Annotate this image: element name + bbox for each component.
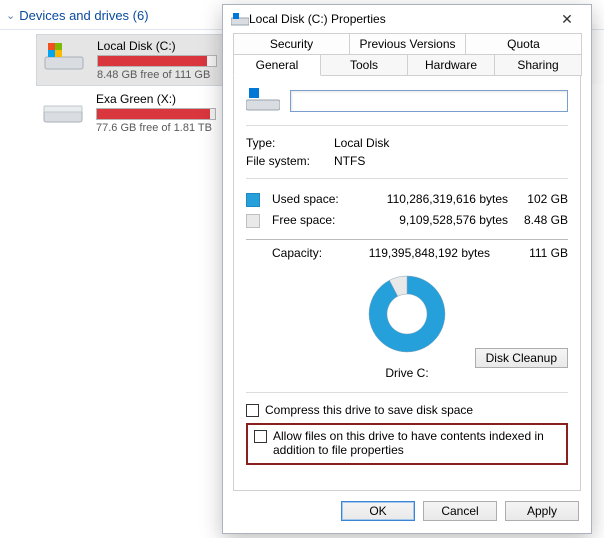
tab-quota[interactable]: Quota — [465, 33, 582, 54]
ok-button[interactable]: OK — [341, 501, 415, 521]
used-bytes: 110,286,319,616 bytes — [358, 189, 508, 210]
index-label: Allow files on this drive to have conten… — [273, 429, 560, 457]
indexing-highlight: Allow files on this drive to have conten… — [246, 423, 568, 465]
type-value: Local Disk — [334, 136, 389, 150]
capacity-row: Capacity: 119,395,848,192 bytes 111 GB — [246, 239, 568, 260]
drive-icon — [231, 12, 249, 26]
capacity-label: Capacity: — [246, 246, 358, 260]
tabs-row-back: Security Previous Versions Quota — [223, 33, 591, 54]
compress-checkbox-row[interactable]: Compress this drive to save disk space — [246, 403, 568, 417]
tab-tools[interactable]: Tools — [320, 54, 408, 76]
capacity-bytes: 119,395,848,192 bytes — [358, 246, 508, 260]
properties-dialog: Local Disk (C:) Properties ✕ Security Pr… — [222, 4, 592, 534]
tab-sharing[interactable]: Sharing — [494, 54, 582, 76]
drive-label-input[interactable] — [290, 90, 568, 112]
section-title: Devices and drives (6) — [19, 8, 148, 23]
apply-button[interactable]: Apply — [505, 501, 579, 521]
checkbox-icon[interactable] — [254, 430, 267, 443]
drive-usage-bar — [97, 55, 217, 67]
tab-general[interactable]: General — [233, 54, 321, 76]
tab-general-panel: Type:Local Disk File system:NTFS Used sp… — [233, 75, 581, 491]
dialog-button-row: OK Cancel Apply — [223, 491, 591, 533]
used-hr: 102 GB — [508, 189, 568, 210]
tab-security[interactable]: Security — [233, 33, 350, 54]
space-table: Used space: 110,286,319,616 bytes 102 GB… — [246, 189, 568, 231]
dialog-title: Local Disk (C:) Properties — [249, 12, 549, 26]
tab-hardware[interactable]: Hardware — [407, 54, 495, 76]
free-label: Free space: — [272, 210, 358, 231]
divider — [246, 125, 568, 126]
drive-icon — [246, 86, 280, 115]
chevron-down-icon: ⌄ — [6, 9, 15, 22]
type-label: Type: — [246, 136, 334, 150]
tabs-row-front: General Tools Hardware Sharing — [223, 54, 591, 76]
used-swatch-icon — [246, 193, 260, 207]
disk-cleanup-button[interactable]: Disk Cleanup — [475, 348, 568, 368]
close-icon: ✕ — [561, 11, 573, 28]
free-space-row: Free space: 9,109,528,576 bytes 8.48 GB — [246, 210, 568, 231]
capacity-hr: 111 GB — [508, 246, 568, 260]
compress-label: Compress this drive to save disk space — [265, 403, 473, 417]
divider — [246, 392, 568, 393]
used-space-row: Used space: 110,286,319,616 bytes 102 GB — [246, 189, 568, 210]
tab-previous-versions[interactable]: Previous Versions — [349, 33, 466, 54]
used-label: Used space: — [272, 189, 358, 210]
filesystem-value: NTFS — [334, 154, 365, 168]
titlebar[interactable]: Local Disk (C:) Properties ✕ — [223, 5, 591, 33]
index-checkbox-row[interactable]: Allow files on this drive to have conten… — [254, 429, 560, 457]
free-hr: 8.48 GB — [508, 210, 568, 231]
cancel-button[interactable]: Cancel — [423, 501, 497, 521]
free-swatch-icon — [246, 214, 260, 228]
close-button[interactable]: ✕ — [549, 8, 585, 30]
drive-icon — [42, 92, 86, 126]
drive-usage-bar — [96, 108, 216, 120]
filesystem-label: File system: — [246, 154, 334, 168]
free-bytes: 9,109,528,576 bytes — [358, 210, 508, 231]
checkbox-icon[interactable] — [246, 404, 259, 417]
divider — [246, 178, 568, 179]
drive-icon — [43, 39, 87, 73]
